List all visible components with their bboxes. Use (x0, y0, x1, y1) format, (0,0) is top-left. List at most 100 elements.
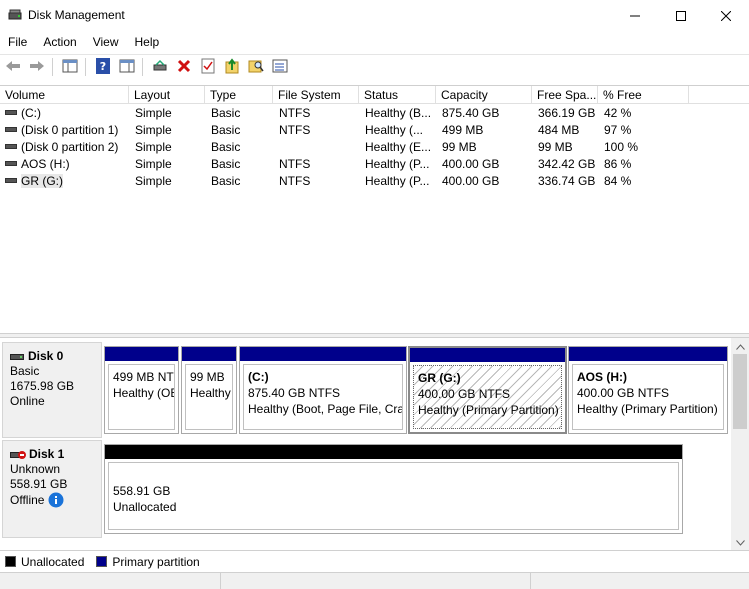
partition-status: Unallocated (113, 500, 177, 514)
disk-name: Disk 1 (29, 447, 65, 461)
status-cell: Healthy (B... (365, 106, 432, 120)
scroll-down-button[interactable] (731, 534, 749, 550)
disk-graphical-view: Disk 0 Basic 1675.98 GB Online 499 MB NT… (0, 338, 731, 550)
partition-disk0-2[interactable]: 99 MB Healthy (181, 346, 237, 434)
delete-button[interactable] (173, 56, 195, 78)
table-row[interactable]: AOS (H:) Simple Basic NTFS Healthy (P...… (0, 156, 749, 173)
disk-1-label[interactable]: Disk 1 Unknown 558.91 GB Offline (2, 440, 102, 538)
check-button[interactable] (197, 56, 219, 78)
partition-status: Healthy (OE (113, 386, 175, 400)
partition-aos-h[interactable]: AOS (H:) 400.00 GB NTFS Healthy (Primary… (568, 346, 728, 434)
partition-c[interactable]: (C:) 875.40 GB NTFS Healthy (Boot, Page … (239, 346, 407, 434)
status-bar (0, 572, 749, 589)
free-space-cell: 366.19 GB (538, 106, 596, 120)
legend: Unallocated Primary partition (0, 550, 749, 572)
percent-free-cell: 84 % (604, 174, 632, 188)
column-header-volume[interactable]: Volume (0, 86, 129, 104)
partition-body: 499 MB NTF Healthy (OE (108, 364, 175, 430)
toolbar: ? (0, 54, 749, 79)
column-header-capacity[interactable]: Capacity (436, 86, 532, 104)
disk-state: Offline (10, 492, 45, 507)
partition-status: Healthy (Primary Partition) (418, 403, 559, 417)
disk-offline-icon (10, 450, 26, 460)
layout-cell: Simple (135, 157, 172, 171)
partition-size: 875.40 GB NTFS (248, 386, 341, 400)
partition-size: 400.00 GB NTFS (577, 386, 670, 400)
free-space-cell: 484 MB (538, 123, 580, 137)
capacity-cell: 99 MB (442, 140, 477, 154)
free-space-cell: 99 MB (538, 140, 573, 154)
status-cell: Healthy (P... (365, 174, 430, 188)
column-header-file-system[interactable]: File System (273, 86, 359, 104)
menu-action[interactable]: Action (35, 35, 84, 49)
file-system-cell: NTFS (279, 123, 311, 137)
check-icon (201, 58, 215, 77)
minimize-button[interactable] (612, 0, 658, 31)
disk-type: Basic (10, 364, 40, 378)
partition-size: 400.00 GB NTFS (418, 387, 511, 401)
column-header-status[interactable]: Status (359, 86, 436, 104)
info-icon[interactable] (48, 492, 64, 508)
partition-unallocated[interactable]: 558.91 GB Unallocated (104, 444, 683, 534)
disk-size: 558.91 GB (10, 477, 68, 491)
disk-icon (10, 353, 24, 361)
volume-name: GR (G:) (21, 174, 63, 188)
column-header-layout[interactable]: Layout (129, 86, 205, 104)
column-header-free-space[interactable]: Free Spa... (532, 86, 598, 104)
status-cell: Healthy (... (365, 123, 424, 137)
show-hide-tree-button[interactable] (59, 56, 81, 78)
primary-partition-bar (182, 347, 236, 361)
close-button[interactable] (703, 0, 749, 31)
partition-body: AOS (H:) 400.00 GB NTFS Healthy (Primary… (572, 364, 724, 430)
disk-view-scrollbar[interactable] (731, 338, 749, 550)
menu-help[interactable]: Help (127, 35, 168, 49)
partition-body: 99 MB Healthy (185, 364, 233, 430)
disk-state: Online (10, 394, 45, 408)
toolbar-separator (85, 58, 86, 76)
close-icon (721, 10, 731, 21)
table-row[interactable]: (Disk 0 partition 2) Simple Basic Health… (0, 139, 749, 156)
disk-0-label[interactable]: Disk 0 Basic 1675.98 GB Online (2, 342, 102, 438)
search-folder-button[interactable] (245, 56, 267, 78)
partition-name: GR (G:) (418, 371, 461, 385)
back-arrow-icon (5, 59, 21, 76)
table-row[interactable]: (C:) Simple Basic NTFS Healthy (B... 875… (0, 105, 749, 122)
partition-status: Healthy (190, 386, 231, 400)
capacity-cell: 400.00 GB (442, 157, 500, 171)
properties-pane-button[interactable] (116, 56, 138, 78)
list-view-button[interactable] (269, 56, 291, 78)
partition-size: 499 MB NTF (113, 370, 175, 384)
percent-free-cell: 97 % (604, 123, 632, 137)
toolbar-separator (52, 58, 53, 76)
free-space-cell: 336.74 GB (538, 174, 596, 188)
export-button[interactable] (221, 56, 243, 78)
layout-cell: Simple (135, 106, 172, 120)
partition-disk0-1[interactable]: 499 MB NTF Healthy (OE (104, 346, 179, 434)
help-button[interactable]: ? (92, 56, 114, 78)
partition-body: 558.91 GB Unallocated (108, 462, 679, 530)
partition-size: 558.91 GB (113, 484, 171, 498)
table-row[interactable]: (Disk 0 partition 1) Simple Basic NTFS H… (0, 122, 749, 139)
export-up-icon (224, 57, 240, 77)
volume-cell: GR (G:) (0, 173, 129, 190)
partition-gr-g[interactable]: GR (G:) 400.00 GB NTFS Healthy (Primary … (408, 346, 567, 434)
partition-status: Healthy (Boot, Page File, Cras (248, 402, 403, 416)
menu-view[interactable]: View (85, 35, 127, 49)
free-space-cell: 342.42 GB (538, 157, 596, 171)
primary-partition-bar (569, 347, 727, 361)
connect-drive-button[interactable] (149, 56, 171, 78)
column-header-percent-free[interactable]: % Free (598, 86, 689, 104)
percent-free-cell: 42 % (604, 106, 632, 120)
back-button[interactable] (2, 56, 24, 78)
scroll-thumb[interactable] (733, 354, 747, 429)
maximize-button[interactable] (658, 0, 704, 31)
forward-button[interactable] (26, 56, 48, 78)
percent-free-cell: 86 % (604, 157, 632, 171)
disk-type: Unknown (10, 462, 61, 476)
column-header-type[interactable]: Type (205, 86, 273, 104)
scroll-up-button[interactable] (731, 338, 749, 354)
table-row[interactable]: GR (G:) Simple Basic NTFS Healthy (P... … (0, 173, 749, 190)
menu-file[interactable]: File (0, 35, 35, 49)
volume-list-header: Volume Layout Type File System Status Ca… (0, 86, 749, 104)
type-cell: Basic (211, 123, 241, 137)
